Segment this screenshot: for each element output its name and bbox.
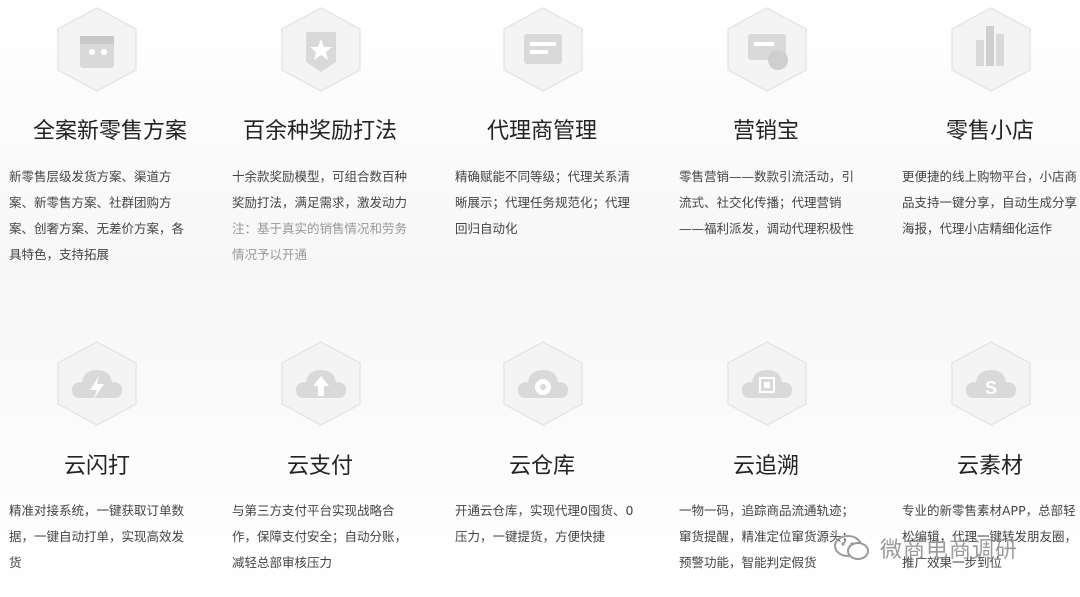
watermark-text: 微商电商调研 bbox=[880, 538, 1019, 563]
feature-title: 云素材 bbox=[956, 454, 1023, 479]
feature-title: 云支付 bbox=[286, 454, 353, 479]
cloud-warehouse-icon bbox=[498, 338, 588, 428]
star-shield-icon bbox=[276, 4, 366, 94]
feature-title: 云闪打 bbox=[63, 454, 130, 479]
marketing-card-icon bbox=[722, 4, 812, 94]
cloud-payment-icon bbox=[276, 338, 366, 428]
gift-box-icon bbox=[52, 4, 142, 94]
feature-title: 营销宝 bbox=[732, 119, 799, 144]
wechat-icon bbox=[834, 535, 869, 560]
feature-description: 开通云仓库，实现代理0囤货、0压力，一键提货，方便快捷 bbox=[455, 503, 634, 544]
feature-description: 零售营销——数款引流活动，引流式、社交化传播；代理营销——福利派发，调动代理积极… bbox=[679, 169, 855, 236]
feature-description: 精准对接系统，一键获取订单数据，一键自动打单，实现高效发货 bbox=[9, 503, 185, 570]
feature-note: 注：基于真实的销售情况和劳务情况予以开通 bbox=[232, 221, 408, 262]
feature-title: 全案新零售方案 bbox=[32, 119, 187, 144]
feature-title: 代理商管理 bbox=[486, 119, 597, 144]
feature-title: 百余种奖励打法 bbox=[242, 119, 397, 144]
feature-title: 云仓库 bbox=[508, 454, 575, 479]
feature-title: 零售小店 bbox=[945, 119, 1034, 144]
feature-grid: 全案新零售方案 新零售层级发货方案、渠道方案、新零售方案、社群团购方案、创奢方案… bbox=[0, 0, 1080, 597]
cloud-material-icon: S bbox=[946, 338, 1036, 428]
feature-description: 更便捷的线上购物平台，小店商品支持一键分享，自动生成分享海报，代理小店精细化运作 bbox=[902, 169, 1078, 236]
watermark: 微商电商调研 bbox=[832, 532, 1018, 564]
feature-description: 精确赋能不同等级；代理关系清晰展示；代理任务规范化；代理回归自动化 bbox=[455, 169, 631, 236]
feature-description: 新零售层级发货方案、渠道方案、新零售方案、社群团购方案、创奢方案、无差价方案，各… bbox=[9, 169, 185, 262]
retail-store-icon bbox=[946, 4, 1036, 94]
svg-text:S: S bbox=[985, 378, 997, 398]
feature-description: 十余款奖励模型，可组合数百种奖励打法，满足需求，激发动力 注：基于真实的销售情况和… bbox=[232, 164, 412, 268]
cloud-trace-icon bbox=[722, 338, 812, 428]
agent-management-icon bbox=[498, 4, 588, 94]
cloud-lightning-icon bbox=[52, 338, 142, 428]
feature-title: 云追溯 bbox=[732, 454, 799, 479]
feature-description: 与第三方支付平台实现战略合作，保障支付安全；自动分账，减轻总部审核压力 bbox=[232, 503, 408, 570]
